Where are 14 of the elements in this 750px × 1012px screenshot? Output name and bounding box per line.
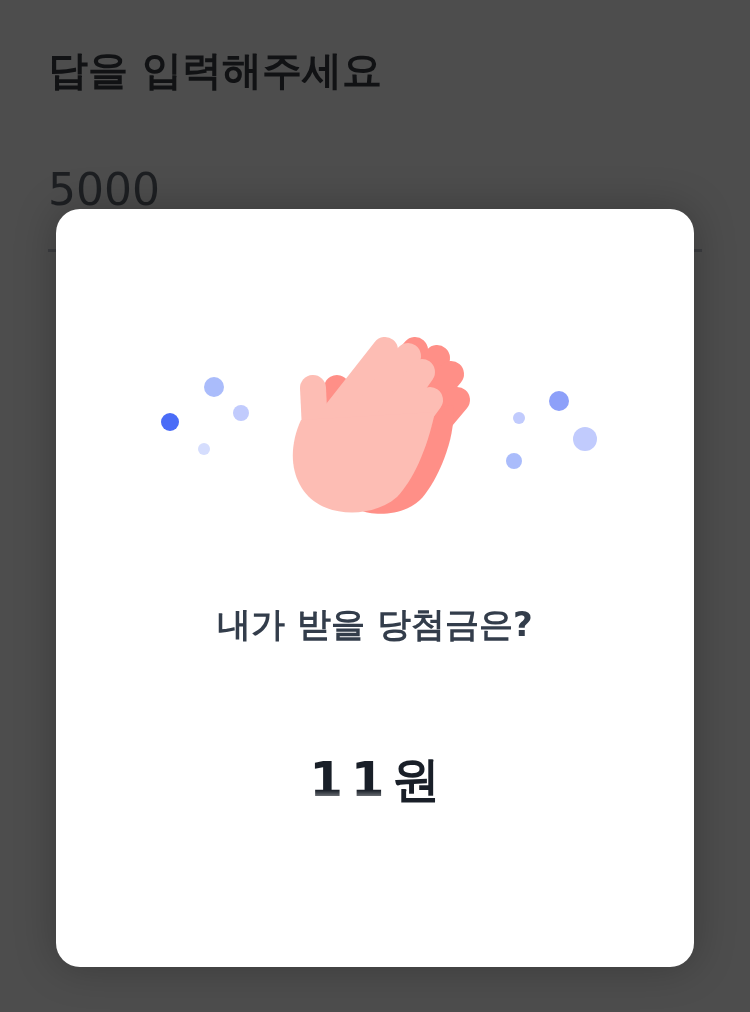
confetti-dot xyxy=(549,391,569,411)
confetti-dot xyxy=(573,427,597,451)
currency-unit: 원 xyxy=(392,750,441,809)
prize-question: 내가 받을 당첨금은? xyxy=(217,603,533,646)
rolling-digit: 1 xyxy=(351,751,385,807)
confetti-dot xyxy=(513,412,525,424)
rolling-digit: 1 xyxy=(309,751,343,807)
confetti-dot xyxy=(161,413,179,431)
confetti-dot xyxy=(233,405,249,421)
confetti-dot xyxy=(204,377,224,397)
confetti-dot xyxy=(198,443,210,455)
clapping-hands-icon xyxy=(292,337,470,514)
page-title: 답을 입력해주세요 xyxy=(48,46,383,95)
confetti-dot xyxy=(506,453,522,469)
